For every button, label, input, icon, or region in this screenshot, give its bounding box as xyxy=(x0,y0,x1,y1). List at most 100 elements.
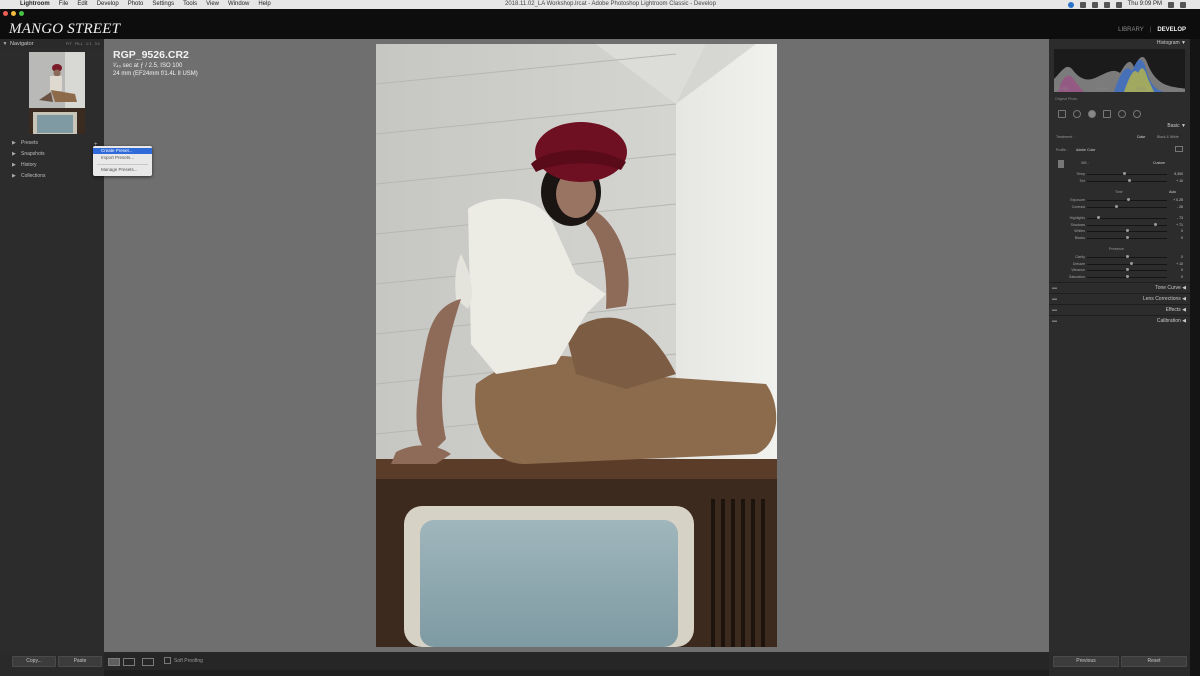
treatment-color[interactable]: Color xyxy=(1137,135,1145,139)
menu-window[interactable]: Window xyxy=(228,0,249,9)
zoom-fill[interactable]: FILL xyxy=(75,39,83,49)
notification-center-icon[interactable] xyxy=(1180,1,1186,8)
navigator-header[interactable]: ▼ Navigator FIT FILL 1:1 3:1 xyxy=(0,39,104,49)
slider-saturation[interactable]: Saturation 0 xyxy=(1054,274,1185,280)
slider-value[interactable]: + 10 xyxy=(1176,261,1183,267)
loupe-view-icon[interactable] xyxy=(108,658,120,666)
zoom-window-icon[interactable] xyxy=(19,11,24,16)
zoom-1-1[interactable]: 1:1 xyxy=(86,39,92,49)
menu-edit[interactable]: Edit xyxy=(77,0,87,9)
tone-curve-panel-header[interactable]: ▬ Tone Curve ◀ xyxy=(1049,282,1190,293)
slider-knob[interactable] xyxy=(1154,222,1158,226)
menu-help[interactable]: Help xyxy=(258,0,270,9)
slider-knob[interactable] xyxy=(1125,268,1129,272)
treatment-black-white[interactable]: Black & White xyxy=(1157,135,1179,139)
slider-highlights[interactable]: Highlights - 73 xyxy=(1054,215,1185,221)
slider-shadows[interactable]: Shadows + 71 xyxy=(1054,222,1185,228)
spot-removal-icon[interactable] xyxy=(1073,109,1081,118)
slider-value[interactable]: 0 xyxy=(1181,274,1183,280)
snapshots-section[interactable]: ▶ Snapshots xyxy=(0,149,104,160)
status-app-icon[interactable] xyxy=(1067,1,1074,8)
collections-section[interactable]: ▶ Collections xyxy=(0,171,104,182)
module-library[interactable]: LIBRARY xyxy=(1118,27,1144,33)
slider-blacks[interactable]: Blacks 0 xyxy=(1054,235,1185,241)
create-preset-item[interactable]: Create Preset... xyxy=(93,148,152,154)
clock[interactable]: Thu 9:09 PM xyxy=(1128,0,1162,9)
battery-icon[interactable] xyxy=(1115,1,1122,8)
red-eye-icon[interactable] xyxy=(1088,109,1096,118)
slider-value[interactable]: 0 xyxy=(1181,235,1183,241)
crop-tool-icon[interactable] xyxy=(1058,109,1066,118)
slider-vibrance[interactable]: Vibrance 0 xyxy=(1054,267,1185,273)
tone-auto-button[interactable]: Auto xyxy=(1169,190,1176,194)
slider-value[interactable]: - 73 xyxy=(1177,215,1183,221)
slider-knob[interactable] xyxy=(1125,255,1129,258)
slider-value[interactable]: 0 xyxy=(1181,228,1183,234)
menu-settings[interactable]: Settings xyxy=(152,0,174,9)
histogram[interactable] xyxy=(1054,49,1185,92)
close-window-icon[interactable] xyxy=(3,11,8,16)
soft-proofing-toggle[interactable]: Soft Proofing xyxy=(164,657,203,664)
slider-contrast[interactable]: Contrast - 26 xyxy=(1054,204,1185,210)
wb-select[interactable]: Custom xyxy=(1153,161,1165,165)
adjustment-brush-icon[interactable] xyxy=(1133,109,1141,118)
main-photo[interactable] xyxy=(376,44,777,647)
histogram-header[interactable]: Histogram ▼ xyxy=(1049,39,1190,48)
copy-settings-button[interactable]: Copy... xyxy=(12,656,56,667)
zoom-fit[interactable]: FIT xyxy=(66,39,72,49)
module-develop[interactable]: DEVELOP xyxy=(1157,27,1186,33)
menu-app[interactable]: Lightroom xyxy=(20,0,50,9)
lens-corrections-panel-header[interactable]: ▬ Lens Corrections ◀ xyxy=(1049,293,1190,304)
slider-value[interactable]: 0 xyxy=(1181,254,1183,260)
slider-exposure[interactable]: Exposure + 0.25 xyxy=(1054,197,1185,203)
import-presets-item[interactable]: Import Presets... xyxy=(93,155,152,161)
presets-section[interactable]: ▶ Presets + xyxy=(0,138,104,149)
history-section[interactable]: ▶ History xyxy=(0,160,104,171)
slider-knob[interactable] xyxy=(1127,178,1131,182)
right-panel-scrollbar[interactable] xyxy=(1190,39,1200,676)
effects-panel-header[interactable]: ▬ Effects ◀ xyxy=(1049,304,1190,315)
slider-value[interactable]: 0 xyxy=(1181,267,1183,273)
slider-knob[interactable] xyxy=(1096,216,1100,219)
calibration-panel-header[interactable]: ▬ Calibration ◀ xyxy=(1049,315,1190,326)
cloud-icon[interactable] xyxy=(1091,1,1098,8)
slider-dehaze[interactable]: Dehaze + 10 xyxy=(1054,261,1185,267)
menu-tools[interactable]: Tools xyxy=(183,0,197,9)
paste-settings-button[interactable]: Paste xyxy=(58,656,102,667)
menu-develop[interactable]: Develop xyxy=(97,0,119,9)
navigator-preview[interactable] xyxy=(29,52,85,134)
slider-track[interactable] xyxy=(1087,180,1167,182)
slider-knob[interactable] xyxy=(1125,229,1129,233)
slider-temp[interactable]: Temp 5,300 xyxy=(1054,171,1185,177)
zoom-3-1[interactable]: 3:1 xyxy=(94,39,100,49)
profile-select[interactable]: Adobe Color xyxy=(1076,148,1095,152)
panel-toggle-icon[interactable]: ▬ xyxy=(1052,316,1057,327)
graduated-filter-icon[interactable] xyxy=(1103,109,1111,118)
slider-knob[interactable] xyxy=(1125,235,1129,239)
slider-track[interactable] xyxy=(1087,174,1167,175)
wifi-icon[interactable] xyxy=(1103,1,1110,8)
before-after-icon[interactable] xyxy=(123,658,135,666)
slider-knob[interactable] xyxy=(1115,204,1119,208)
slider-clarity[interactable]: Clarity 0 xyxy=(1054,254,1185,260)
manage-presets-item[interactable]: Manage Presets... xyxy=(93,167,152,173)
slider-value[interactable]: 5,300 xyxy=(1174,171,1183,177)
radial-filter-icon[interactable] xyxy=(1118,109,1126,118)
previous-settings-button[interactable]: Previous xyxy=(1053,656,1119,667)
minimize-window-icon[interactable] xyxy=(11,11,16,16)
slider-value[interactable]: + 71 xyxy=(1176,222,1183,228)
slider-knob[interactable] xyxy=(1129,261,1133,265)
soft-proofing-checkbox[interactable] xyxy=(164,657,171,664)
slider-tint[interactable]: Tint + 10 xyxy=(1054,178,1185,184)
slider-knob[interactable] xyxy=(1125,274,1129,278)
basic-panel-header[interactable]: Basic ▼ xyxy=(1049,122,1190,131)
menu-file[interactable]: File xyxy=(59,0,69,9)
slider-track[interactable] xyxy=(1087,206,1167,208)
menu-view[interactable]: View xyxy=(206,0,219,9)
slider-value[interactable]: + 0.25 xyxy=(1173,197,1183,203)
slider-whites[interactable]: Whites 0 xyxy=(1054,228,1185,234)
wb-eyedropper-icon[interactable] xyxy=(1058,160,1064,168)
before-after-split-icon[interactable] xyxy=(142,658,154,666)
profile-browser-icon[interactable] xyxy=(1175,146,1183,152)
dropbox-icon[interactable] xyxy=(1079,1,1086,8)
